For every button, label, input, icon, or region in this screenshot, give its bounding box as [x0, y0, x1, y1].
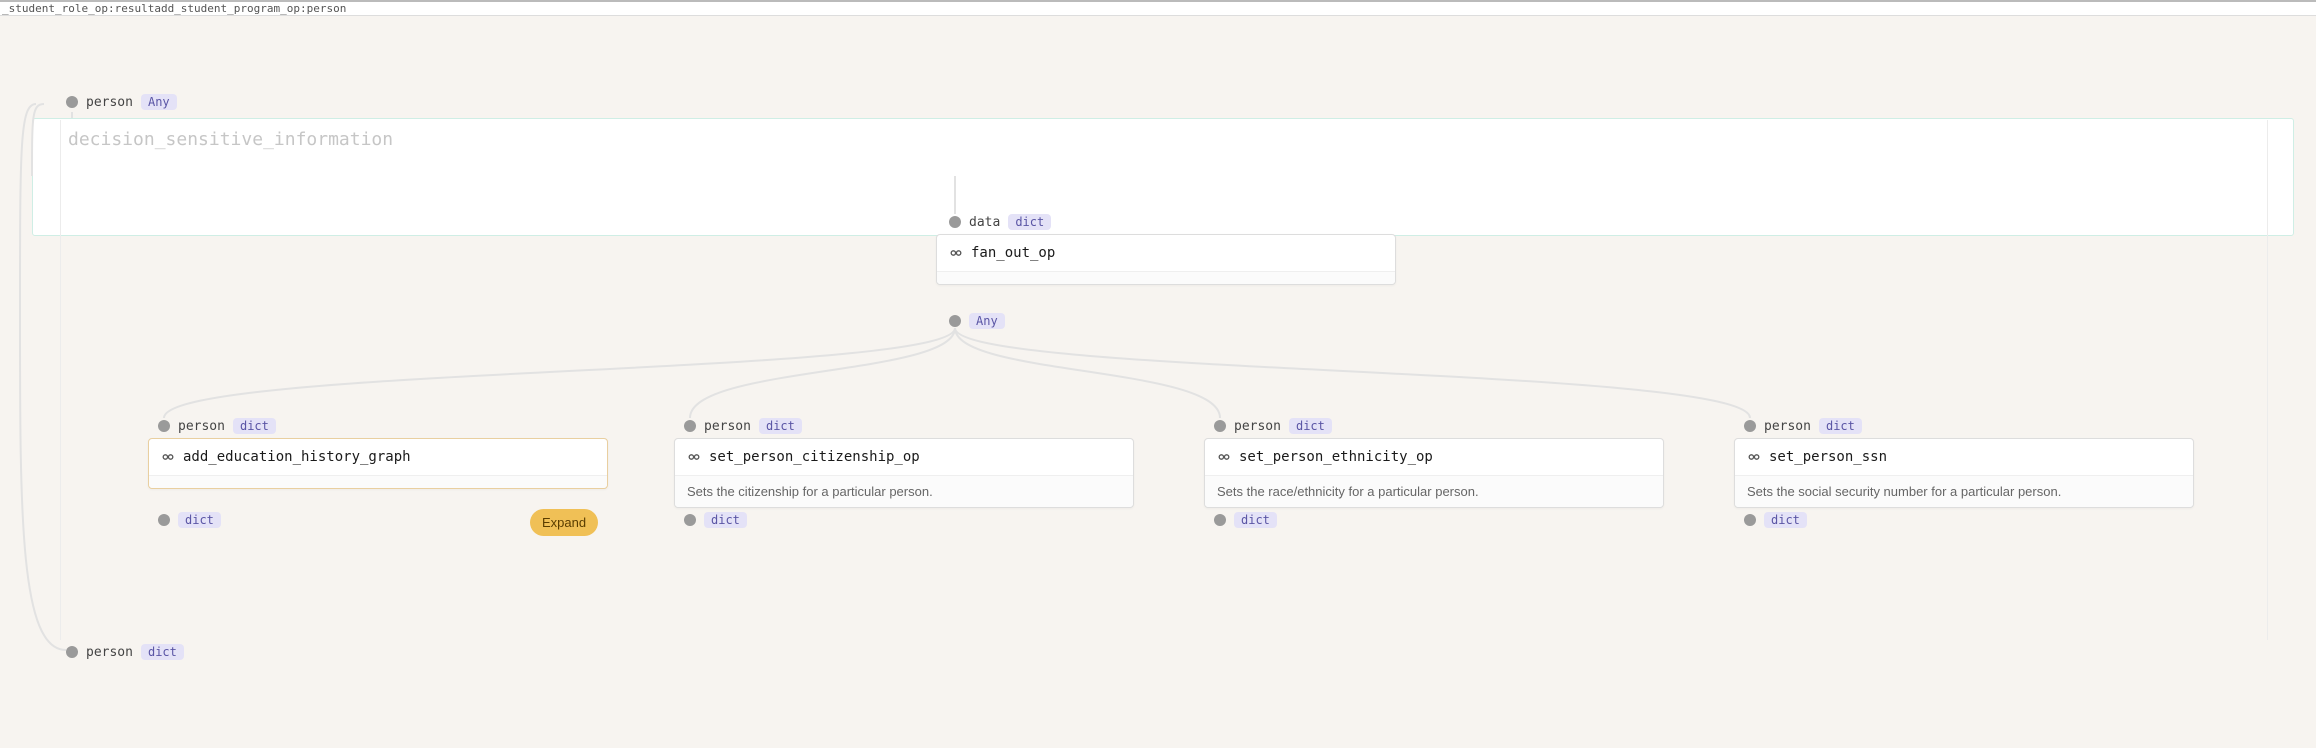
node-header: set_person_ethnicity_op [1205, 439, 1663, 476]
port-label: person [1764, 419, 1811, 434]
port-dot-icon [66, 646, 78, 658]
port-dot-icon [1214, 514, 1226, 526]
port-label: person [704, 419, 751, 434]
type-chip-dict: dict [1289, 418, 1332, 434]
input-port-person[interactable]: person dict [1744, 418, 1862, 434]
type-chip-dict: dict [1764, 512, 1807, 528]
port-label: person [178, 419, 225, 434]
output-port-dict[interactable]: dict [158, 512, 221, 528]
node-add-education-history-graph[interactable]: add_education_history_graph [148, 438, 608, 489]
port-label: data [969, 215, 1000, 230]
port-dot-icon [158, 514, 170, 526]
node-fan-out-op[interactable]: fan_out_op [936, 234, 1396, 285]
type-chip-dict: dict [233, 418, 276, 434]
input-port-person[interactable]: person Any [66, 94, 177, 110]
node-body: Sets the citizenship for a particular pe… [675, 476, 1133, 507]
port-dot-icon [949, 216, 961, 228]
graph-op-icon [687, 450, 701, 464]
node-header: add_education_history_graph [149, 439, 607, 476]
port-label: person [86, 645, 133, 660]
node-title: set_person_citizenship_op [709, 449, 920, 465]
node-body [149, 476, 607, 488]
type-chip-dict: dict [1819, 418, 1862, 434]
graph-canvas[interactable]: person Any decision_sensitive_informatio… [0, 16, 2316, 748]
node-header: set_person_ssn [1735, 439, 2193, 476]
output-port-any[interactable]: Any [949, 313, 1005, 329]
breadcrumb[interactable]: _student_role_op:resultadd_student_progr… [0, 0, 2316, 16]
node-header: set_person_citizenship_op [675, 439, 1133, 476]
breadcrumb-text: _student_role_op:resultadd_student_progr… [2, 2, 346, 15]
graph-op-icon [949, 246, 963, 260]
port-dot-icon [684, 420, 696, 432]
graph-op-icon [1747, 450, 1761, 464]
port-dot-icon [1744, 514, 1756, 526]
type-chip-dict: dict [1234, 512, 1277, 528]
node-header: fan_out_op [937, 235, 1395, 272]
node-title: set_person_ethnicity_op [1239, 449, 1433, 465]
node-set-person-ssn[interactable]: set_person_ssn Sets the social security … [1734, 438, 2194, 508]
output-port-person[interactable]: person dict [66, 644, 184, 660]
output-port-dict[interactable]: dict [1744, 512, 1807, 528]
type-chip-dict: dict [759, 418, 802, 434]
node-body: Sets the race/ethnicity for a particular… [1205, 476, 1663, 507]
port-dot-icon [949, 315, 961, 327]
type-chip-dict: dict [1008, 214, 1051, 230]
port-dot-icon [1744, 420, 1756, 432]
input-port-person[interactable]: person dict [158, 418, 276, 434]
input-port-data[interactable]: data dict [949, 214, 1051, 230]
type-chip-dict: dict [178, 512, 221, 528]
type-chip-any: Any [141, 94, 177, 110]
group-box-inner [60, 120, 2268, 640]
port-dot-icon [158, 420, 170, 432]
expand-button[interactable]: Expand [530, 509, 598, 536]
node-body: Sets the social security number for a pa… [1735, 476, 2193, 507]
node-set-person-ethnicity-op[interactable]: set_person_ethnicity_op Sets the race/et… [1204, 438, 1664, 508]
input-port-person[interactable]: person dict [1214, 418, 1332, 434]
port-dot-icon [684, 514, 696, 526]
port-label: person [1234, 419, 1281, 434]
node-body [937, 272, 1395, 284]
type-chip-any: Any [969, 313, 1005, 329]
node-title: set_person_ssn [1769, 449, 1887, 465]
output-port-dict[interactable]: dict [1214, 512, 1277, 528]
graph-op-icon [161, 450, 175, 464]
output-port-dict[interactable]: dict [684, 512, 747, 528]
graph-op-icon [1217, 450, 1231, 464]
port-dot-icon [66, 96, 78, 108]
port-label: person [86, 95, 133, 110]
node-title: fan_out_op [971, 245, 1055, 261]
input-port-person[interactable]: person dict [684, 418, 802, 434]
port-dot-icon [1214, 420, 1226, 432]
node-title: add_education_history_graph [183, 449, 411, 465]
type-chip-dict: dict [141, 644, 184, 660]
type-chip-dict: dict [704, 512, 747, 528]
node-set-person-citizenship-op[interactable]: set_person_citizenship_op Sets the citiz… [674, 438, 1134, 508]
